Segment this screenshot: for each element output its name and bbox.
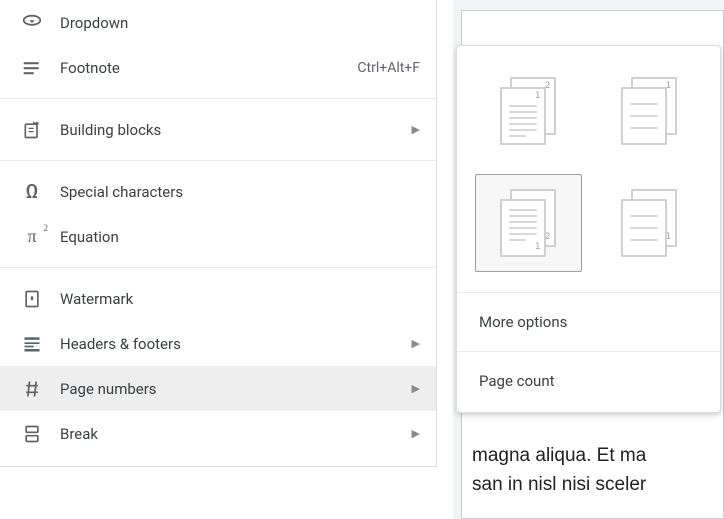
submenu-arrow-icon: ▶ (412, 337, 420, 350)
menu-separator (0, 160, 436, 161)
submenu-separator (457, 292, 720, 293)
menu-item-break[interactable]: Break ▶ (0, 411, 436, 456)
page-number-header-all[interactable]: 2 1 (475, 62, 582, 160)
menu-label: Special characters (60, 183, 420, 201)
menu-separator (0, 267, 436, 268)
dropdown-icon (20, 11, 44, 35)
page-number-style-grid: 2 1 1 (457, 56, 720, 286)
omega-icon: Ω (20, 180, 44, 204)
submenu-arrow-icon: ▶ (412, 123, 420, 136)
shortcut-text: Ctrl+Alt+F (357, 60, 420, 76)
hash-icon (20, 377, 44, 401)
menu-item-building-blocks[interactable]: Building blocks ▶ (0, 107, 436, 152)
menu-label: Break (60, 425, 404, 443)
pi-icon: π2 (20, 225, 44, 249)
doc-text-line: magna aliqua. Et ma (472, 441, 723, 470)
building-blocks-icon (20, 118, 44, 142)
page-numbers-submenu: 2 1 1 (456, 45, 721, 413)
insert-menu: Dropdown Footnote Ctrl+Alt+F Building bl… (0, 0, 437, 467)
headers-footers-icon (20, 332, 44, 356)
submenu-arrow-icon: ▶ (412, 427, 420, 440)
menu-label: Page numbers (60, 380, 404, 398)
menu-item-headers-footers[interactable]: Headers & footers ▶ (0, 321, 436, 366)
menu-label: Watermark (60, 290, 420, 308)
submenu-separator (457, 351, 720, 352)
menu-label: Dropdown (60, 14, 420, 32)
menu-label: Equation (60, 228, 420, 246)
submenu-arrow-icon: ▶ (412, 382, 420, 395)
menu-item-page-numbers[interactable]: Page numbers ▶ (0, 366, 436, 411)
footnote-icon (20, 56, 44, 80)
menu-item-dropdown[interactable]: Dropdown (0, 0, 436, 45)
submenu-page-count[interactable]: Page count (457, 358, 720, 404)
menu-label: Headers & footers (60, 335, 404, 353)
watermark-icon (20, 287, 44, 311)
menu-item-equation[interactable]: π2 Equation (0, 214, 436, 259)
menu-label: Building blocks (60, 121, 404, 139)
page-number-footer-skip-first[interactable]: 1 (596, 174, 703, 272)
menu-label: Footnote (60, 59, 357, 77)
submenu-more-options[interactable]: More options (457, 299, 720, 345)
menu-item-special-characters[interactable]: Ω Special characters (0, 169, 436, 214)
menu-item-footnote[interactable]: Footnote Ctrl+Alt+F (0, 45, 436, 90)
doc-text-line: san in nisl nisi sceler (472, 470, 723, 499)
page-number-header-skip-first[interactable]: 1 (596, 62, 703, 160)
menu-separator (0, 98, 436, 99)
page-number-footer-all[interactable]: 2 1 (475, 174, 582, 272)
break-icon (20, 422, 44, 446)
menu-item-watermark[interactable]: Watermark (0, 276, 436, 321)
